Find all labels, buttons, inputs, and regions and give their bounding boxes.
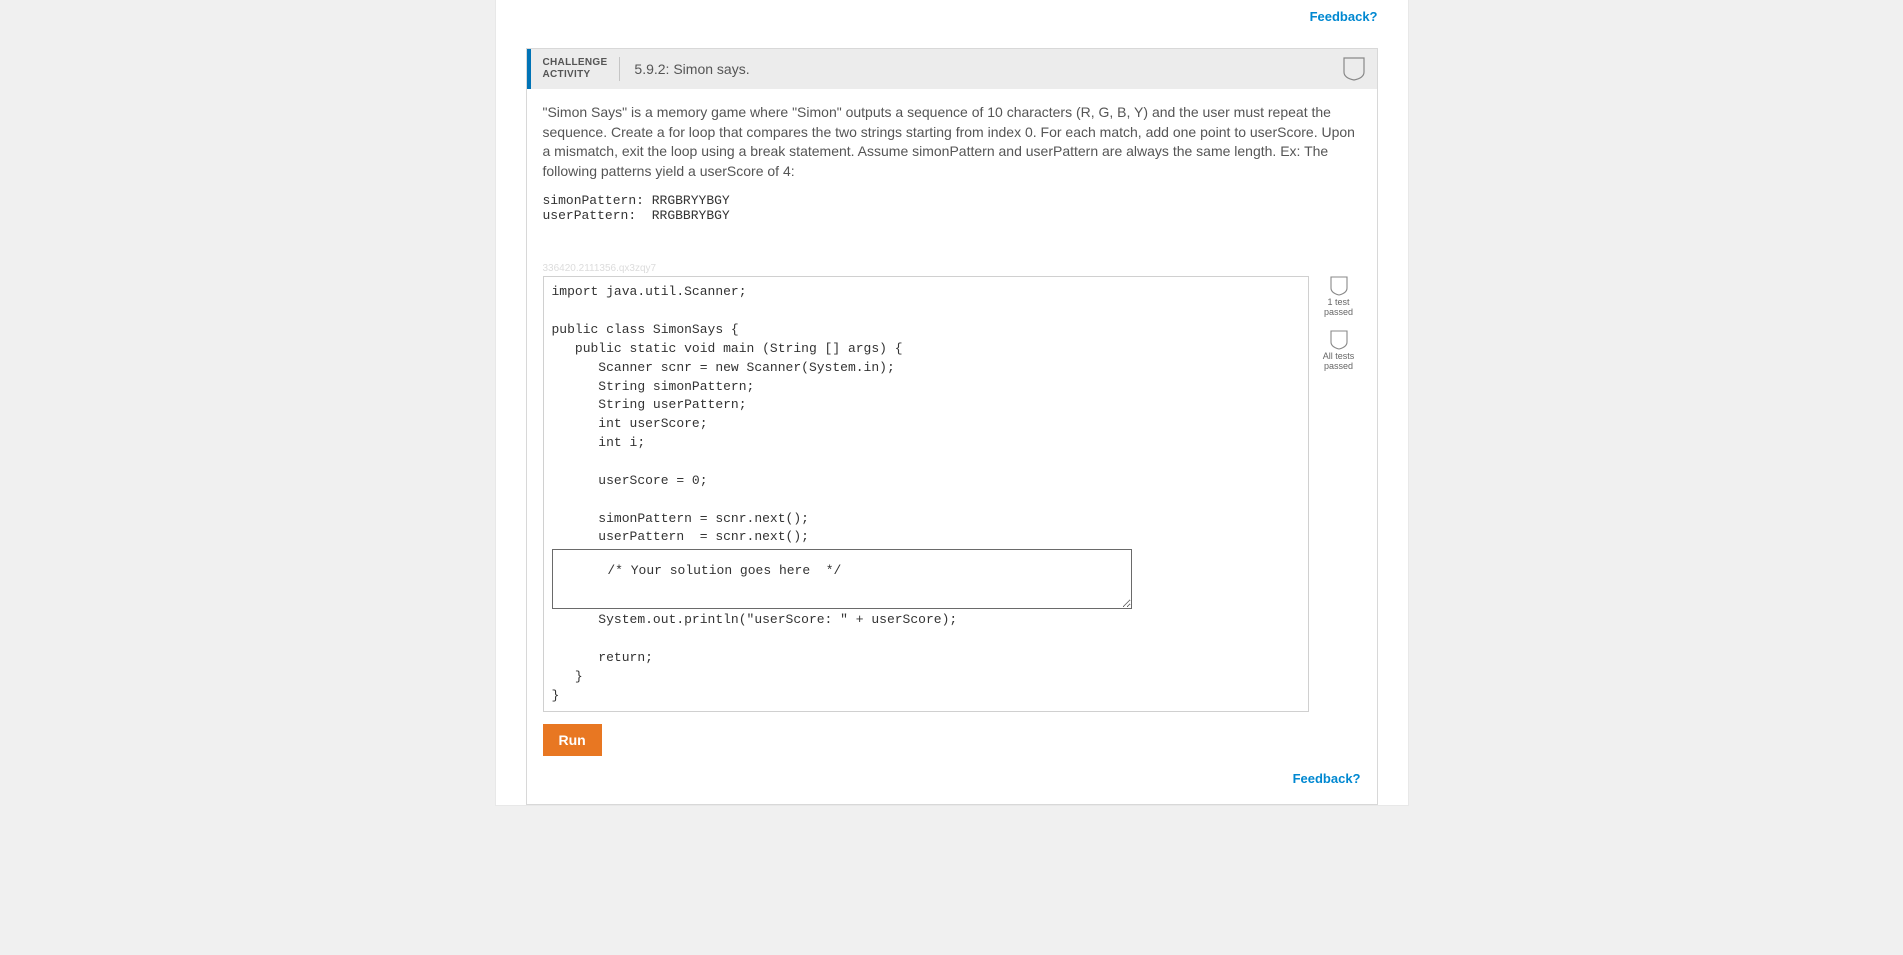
challenge-activity-card: CHALLENGE ACTIVITY 5.9.2: Simon says. "S… bbox=[526, 48, 1378, 805]
activity-type-line2: ACTIVITY bbox=[543, 69, 591, 80]
feedback-row-bottom: Feedback? bbox=[543, 756, 1361, 786]
code-before: import java.util.Scanner; public class S… bbox=[552, 284, 903, 544]
activity-header: CHALLENGE ACTIVITY 5.9.2: Simon says. bbox=[527, 49, 1377, 89]
editor-area: import java.util.Scanner; public class S… bbox=[543, 276, 1361, 712]
activity-type-label: CHALLENGE ACTIVITY bbox=[543, 57, 621, 81]
one-test-passed-label: 1 test passed bbox=[1317, 298, 1361, 318]
activity-title: 5.9.2: Simon says. bbox=[634, 61, 749, 77]
completion-shield-icon bbox=[1343, 57, 1365, 81]
feedback-row-top: Feedback? bbox=[526, 0, 1378, 36]
shield-icon bbox=[1330, 330, 1348, 350]
activity-hash: 336420.2111356.qx3zqy7 bbox=[543, 263, 1361, 274]
example-block: simonPattern: RRGBRYYBGY userPattern: RR… bbox=[543, 193, 1361, 223]
feedback-link-top[interactable]: Feedback? bbox=[1310, 9, 1378, 24]
activity-prompt: "Simon Says" is a memory game where "Sim… bbox=[543, 103, 1361, 181]
run-button[interactable]: Run bbox=[543, 724, 602, 756]
content-column: Feedback? CHALLENGE ACTIVITY 5.9.2: Simo… bbox=[496, 0, 1408, 805]
all-tests-passed-label: All tests passed bbox=[1317, 352, 1361, 372]
activity-type-line1: CHALLENGE bbox=[543, 57, 608, 68]
activity-body: "Simon Says" is a memory game where "Sim… bbox=[527, 89, 1377, 804]
shield-icon bbox=[1330, 276, 1348, 296]
code-editor[interactable]: import java.util.Scanner; public class S… bbox=[543, 276, 1309, 712]
feedback-link-bottom[interactable]: Feedback? bbox=[1293, 771, 1361, 786]
code-after: System.out.println("userScore: " + userS… bbox=[552, 612, 958, 702]
test-status-sidebar: 1 test passed All tests passed bbox=[1317, 276, 1361, 384]
solution-input[interactable] bbox=[552, 549, 1132, 609]
